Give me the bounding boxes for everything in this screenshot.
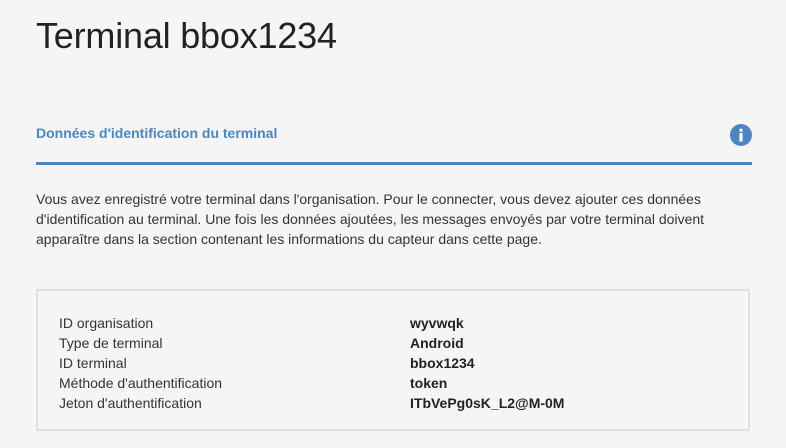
section-header: Données d'identification du terminal [36,120,752,165]
credential-row-auth-method: Méthode d'authentification token [59,373,564,393]
credential-value: token [410,375,448,391]
credential-value: wyvwqk [410,315,464,331]
credentials-box: ID organisation wyvwqk Type de terminal … [36,289,750,431]
info-icon[interactable] [730,124,752,146]
credential-row-auth-token: Jeton d'authentification ITbVePg0sK_L2@M… [59,393,564,413]
credentials-table: ID organisation wyvwqk Type de terminal … [59,313,564,413]
credential-value: Android [410,335,464,351]
credential-label: Jeton d'authentification [59,395,202,411]
credential-label: Type de terminal [59,335,163,351]
page: Terminal bbox1234 Données d'identificati… [0,0,786,448]
credential-row-terminal-type: Type de terminal Android [59,333,564,353]
page-title: Terminal bbox1234 [36,15,337,56]
credential-label: ID terminal [59,355,127,371]
info-icon-glyph [739,128,743,142]
credential-row-organisation-id: ID organisation wyvwqk [59,313,564,333]
credential-row-terminal-id: ID terminal bbox1234 [59,353,564,373]
credential-value[interactable]: ITbVePg0sK_L2@M-0M [410,393,564,413]
description-text: Vous avez enregistré votre terminal dans… [36,191,705,247]
section-title: Données d'identification du terminal [36,125,278,141]
credential-label: Méthode d'authentification [59,375,223,391]
credential-value: bbox1234 [410,355,475,371]
credential-label: ID organisation [59,315,154,331]
